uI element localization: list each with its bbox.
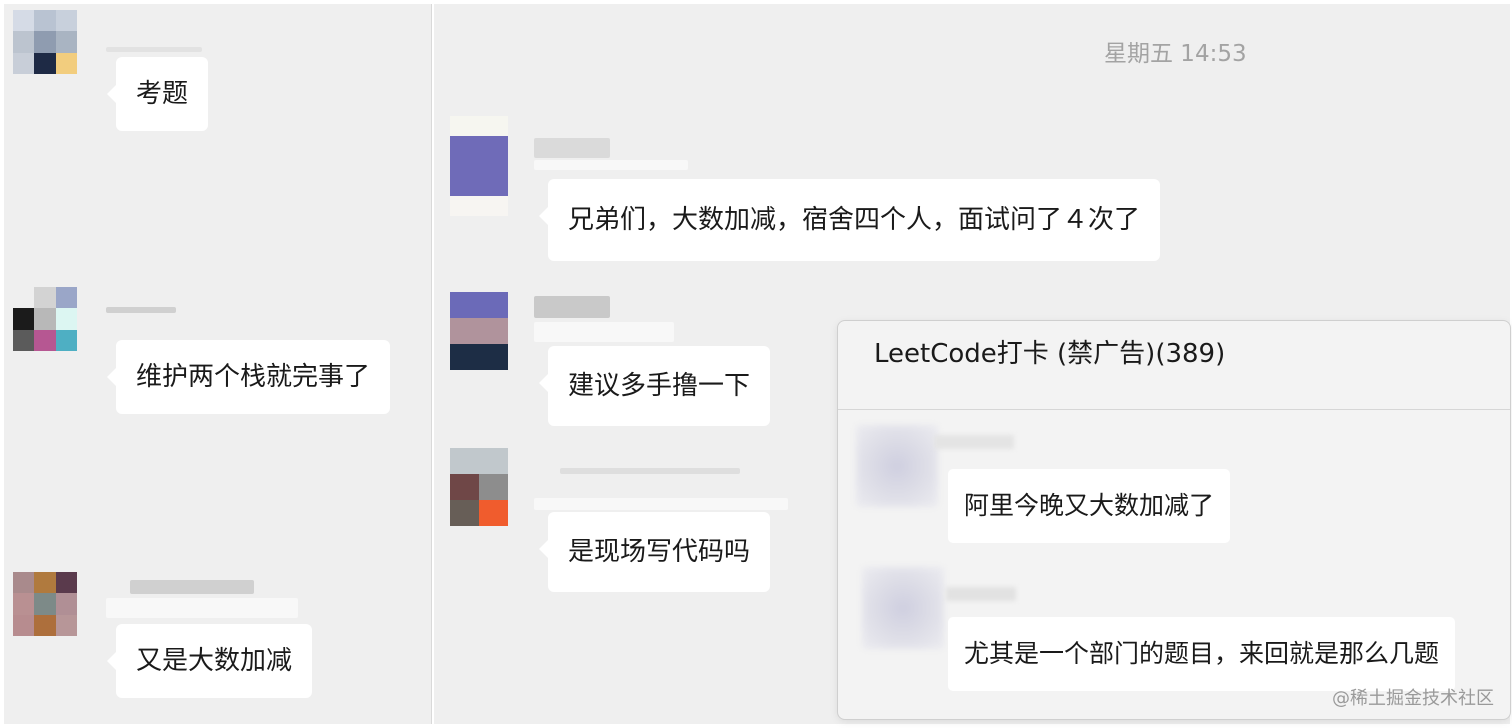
chat-bubble[interactable]: 考题 [106, 57, 209, 131]
left-chat-panel: 考题 维护两个栈就完事了 又是大数加减 [4, 4, 432, 724]
message-text: 建议多手撸一下 [568, 371, 751, 401]
message-text: 兄弟们，大数加减，宿舍四个人，面试问了４次了 [568, 205, 1141, 235]
chat-bubble[interactable]: 尤其是一个部门的题目，来回就是那么几题 [948, 617, 1456, 691]
sender-name [106, 307, 176, 313]
popup-header: LeetCode打卡 (禁广告)(389) [838, 321, 1510, 410]
avatar[interactable] [856, 425, 938, 507]
chat-bubble[interactable]: 是现场写代码吗 [538, 512, 771, 592]
chat-bubble[interactable]: 又是大数加减 [106, 624, 313, 698]
message-text: 阿里今晚又大数加减了 [964, 491, 1215, 520]
sender-name [534, 322, 674, 342]
message-text: 是现场写代码吗 [568, 537, 751, 567]
group-chat-popup[interactable]: LeetCode打卡 (禁广告)(389) 阿里今晚又大数加减了 尤其是一个部门… [837, 320, 1511, 720]
sender-name [934, 435, 1014, 449]
avatar[interactable] [450, 116, 508, 216]
chat-bubble[interactable]: 兄弟们，大数加减，宿舍四个人，面试问了４次了 [538, 179, 1161, 261]
sender-name [946, 587, 1016, 601]
sender-name [130, 580, 254, 594]
avatar[interactable] [13, 572, 77, 636]
avatar[interactable] [450, 448, 508, 526]
sender-name [106, 598, 298, 618]
sender-name [534, 498, 788, 510]
sender-name [534, 138, 610, 158]
group-title: LeetCode打卡 (禁广告)(389) [874, 339, 1226, 369]
sender-name [534, 160, 688, 170]
avatar[interactable] [13, 287, 77, 351]
watermark: @稀土掘金技术社区 [1332, 688, 1494, 709]
message-text: 维护两个栈就完事了 [136, 362, 371, 392]
chat-bubble[interactable]: 阿里今晚又大数加减了 [948, 469, 1231, 543]
chat-bubble[interactable]: 建议多手撸一下 [538, 346, 771, 426]
sender-name [534, 296, 610, 318]
sender-name [560, 468, 740, 474]
sender-name [106, 47, 202, 52]
chat-bubble[interactable]: 维护两个栈就完事了 [106, 340, 391, 414]
avatar[interactable] [862, 567, 944, 649]
avatar[interactable] [13, 10, 77, 74]
message-text: 尤其是一个部门的题目，来回就是那么几题 [964, 639, 1440, 668]
avatar[interactable] [450, 292, 508, 370]
message-text: 考题 [136, 79, 189, 109]
message-text: 又是大数加减 [136, 646, 293, 676]
timestamp: 星期五 14:53 [1104, 41, 1247, 67]
